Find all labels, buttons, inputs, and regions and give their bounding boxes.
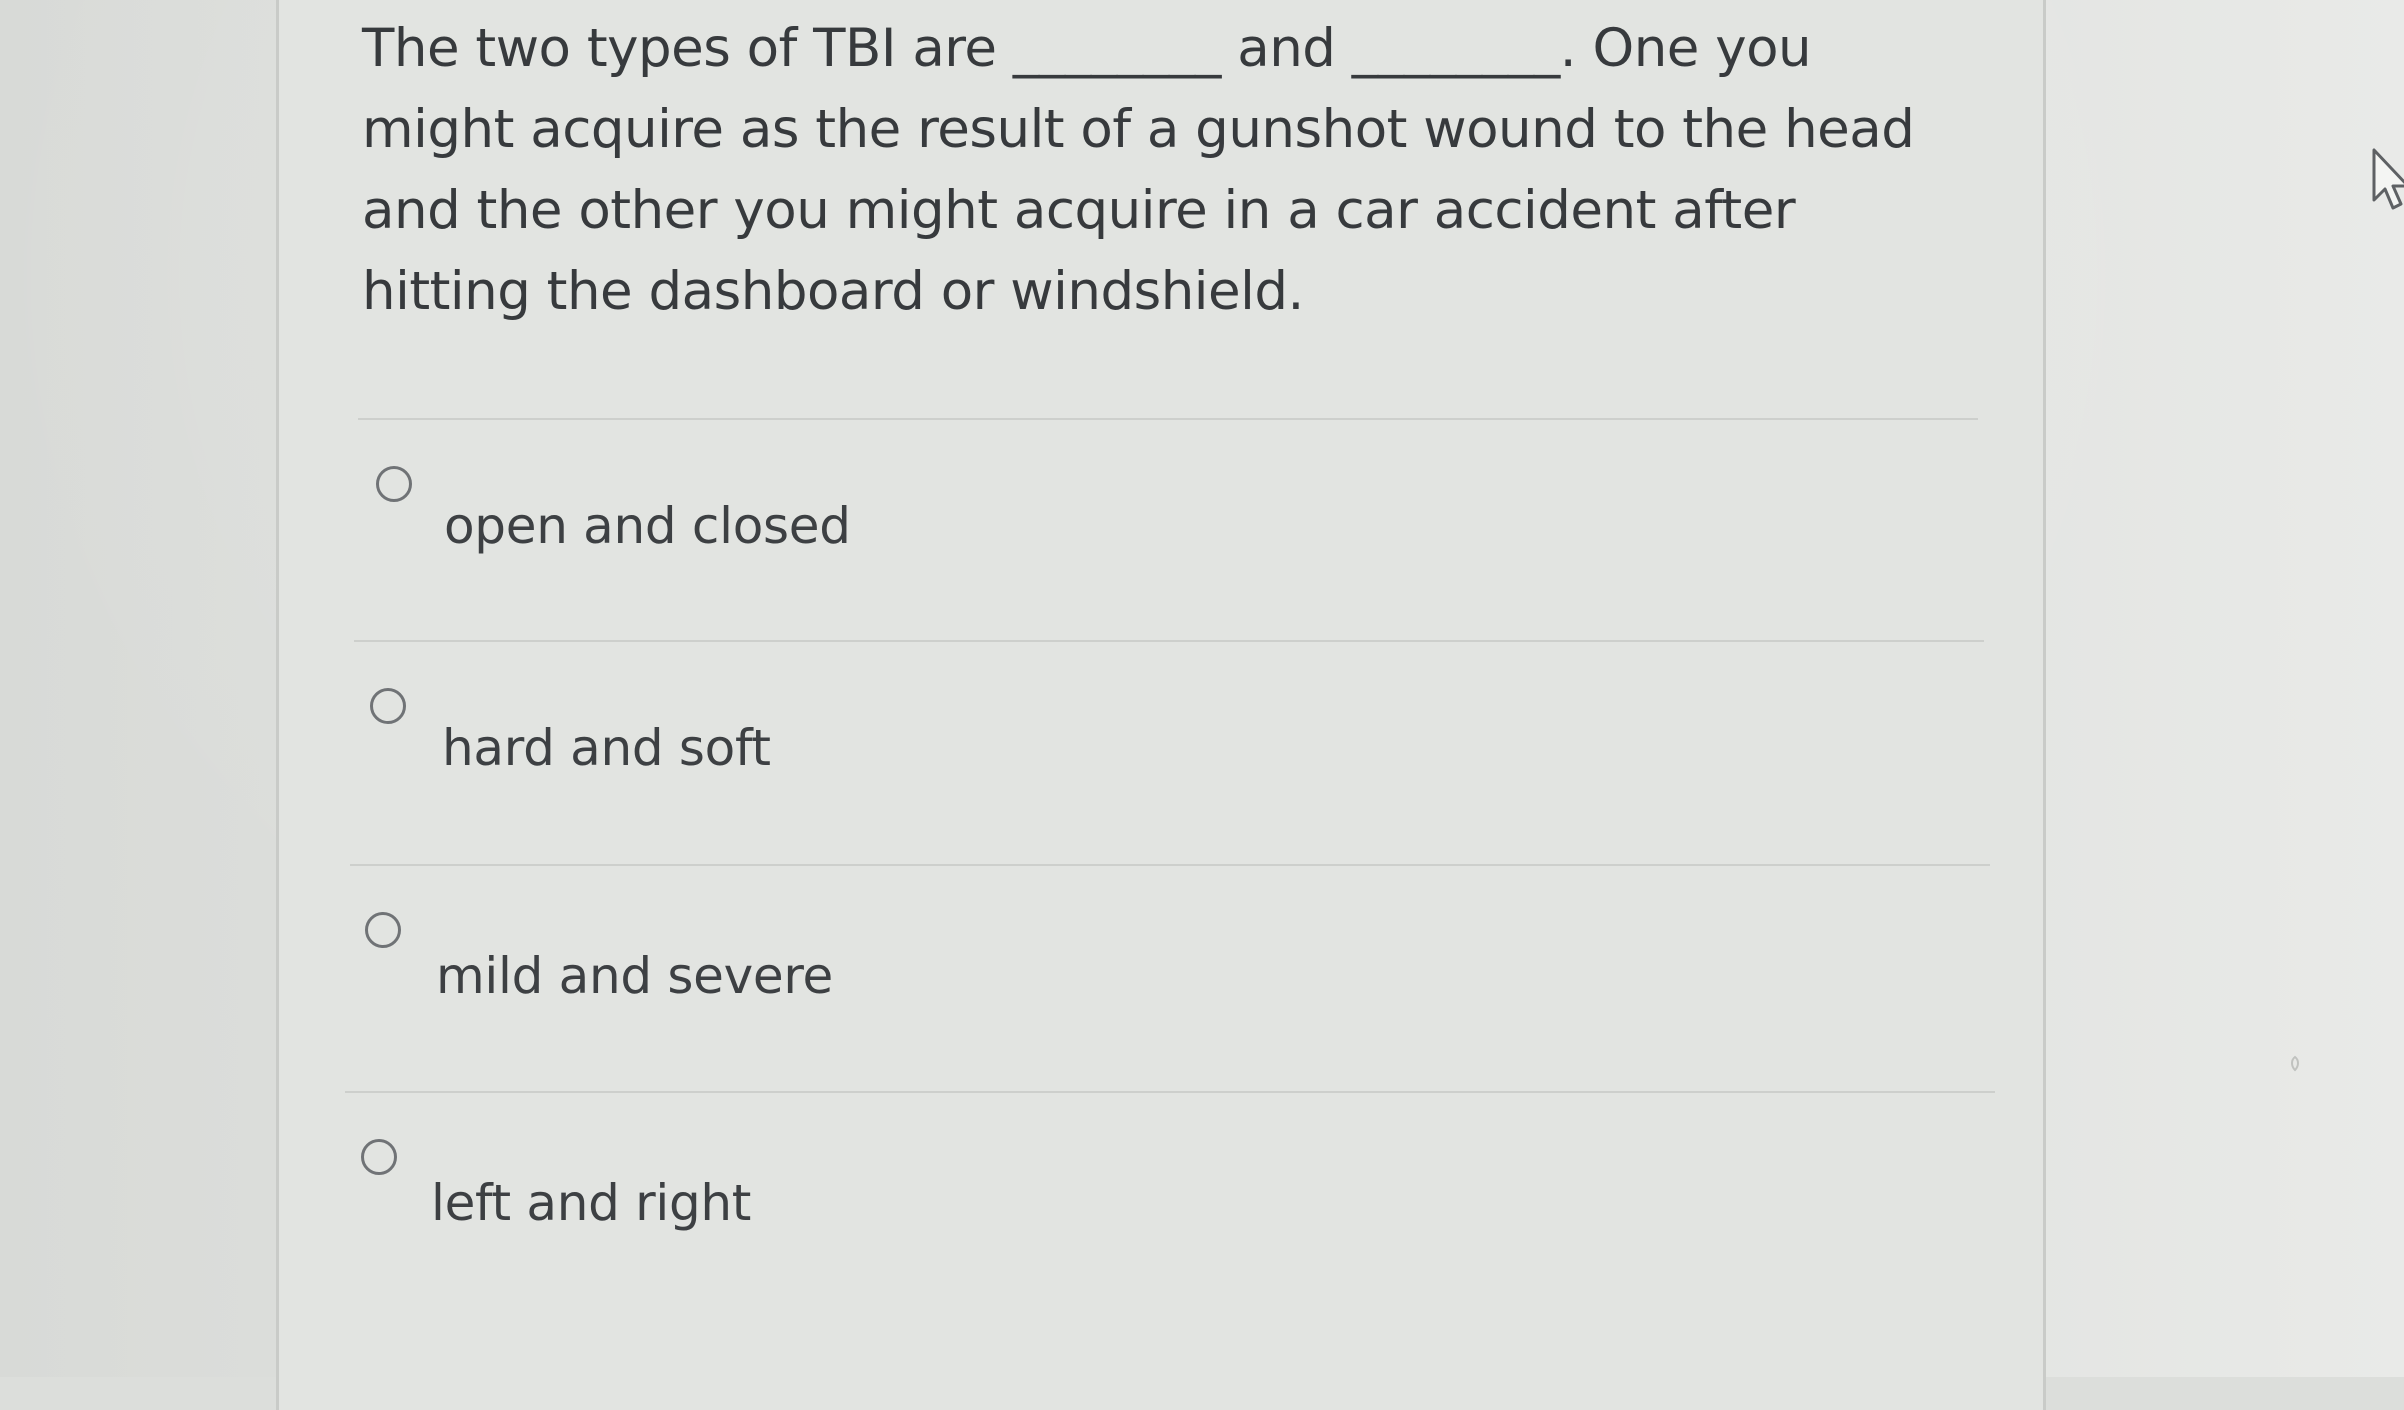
radio-button-icon[interactable] — [365, 912, 401, 948]
answer-option-mild-and-severe[interactable]: mild and severe — [350, 876, 1950, 1076]
divider — [354, 640, 1984, 642]
question-text: The two types of TBI are ________ and __… — [362, 18, 1915, 322]
divider — [350, 864, 1990, 866]
answer-option-label: open and closed — [444, 497, 851, 555]
divider — [345, 1091, 1995, 1093]
mouse-pointer-icon — [2372, 148, 2404, 210]
answer-option-hard-and-soft[interactable]: hard and soft — [354, 652, 1954, 852]
radio-button-icon[interactable] — [361, 1139, 397, 1175]
answer-option-left-and-right[interactable]: left and right — [345, 1103, 1945, 1303]
radio-button-icon[interactable] — [376, 466, 412, 502]
answer-option-open-and-closed[interactable]: open and closed — [358, 430, 1958, 630]
divider — [358, 418, 1978, 420]
screen-speck — [2291, 1055, 2299, 1072]
answer-option-label: mild and severe — [436, 947, 833, 1005]
answer-option-label: hard and soft — [442, 719, 771, 777]
radio-button-icon[interactable] — [370, 688, 406, 724]
answer-option-label: left and right — [431, 1174, 752, 1232]
